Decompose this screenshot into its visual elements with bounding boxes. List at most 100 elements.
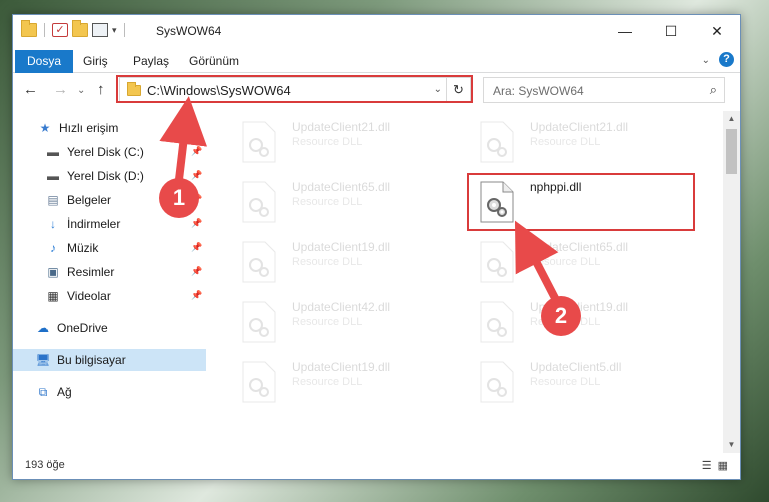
step-1-badge: 1 xyxy=(159,178,199,218)
scroll-down-arrow-icon[interactable]: ▼ xyxy=(723,437,740,453)
nav-item-this-pc[interactable]: 🖥 Bu bilgisayar xyxy=(13,349,206,371)
tab-view[interactable]: Görünüm xyxy=(179,50,249,73)
download-icon: ↓ xyxy=(50,217,56,231)
properties-check-icon[interactable]: ✓ xyxy=(52,23,68,37)
nav-item-pictures[interactable]: ▣ Resimler 📌 xyxy=(13,261,206,283)
new-folder-icon[interactable] xyxy=(72,20,88,37)
close-button[interactable]: ✕ xyxy=(694,15,740,47)
nav-label: OneDrive xyxy=(57,321,108,335)
pin-icon[interactable]: 📌 xyxy=(191,170,202,181)
file-item[interactable]: UpdateClient19.dll Resource DLL xyxy=(228,355,448,411)
tab-home[interactable]: Giriş xyxy=(73,50,118,73)
quick-access-toolbar: ✓ ▾ xyxy=(21,20,128,37)
search-icon[interactable]: ⌕ xyxy=(710,82,717,98)
nav-item-network[interactable]: ⧉ Ağ xyxy=(13,381,206,403)
folder-icon xyxy=(21,20,37,37)
ribbon: Dosya Giriş Paylaş Görünüm ⌄ ? xyxy=(13,47,740,73)
nav-item-music[interactable]: ♪ Müzik 📌 xyxy=(13,237,206,259)
recent-locations-icon[interactable]: ⌄ xyxy=(77,85,85,96)
drive-icon: ▬ xyxy=(47,169,59,183)
nav-item-videos[interactable]: ▦ Videolar 📌 xyxy=(13,285,206,307)
customize-icon[interactable] xyxy=(92,23,108,37)
file-description: Resource DLL xyxy=(530,136,601,148)
dll-file-icon xyxy=(242,301,276,343)
tab-share[interactable]: Paylaş xyxy=(123,50,179,73)
file-description: Resource DLL xyxy=(292,376,363,388)
window-controls: — ☐ ✕ xyxy=(602,15,740,47)
pin-icon[interactable]: 📌 xyxy=(191,242,202,253)
pin-icon[interactable]: 📌 xyxy=(191,266,202,277)
scroll-thumb[interactable] xyxy=(726,129,737,174)
file-name: UpdateClient5.dll xyxy=(530,360,622,374)
nav-label: Yerel Disk (C:) xyxy=(67,145,144,159)
file-name: UpdateClient65.dll xyxy=(530,240,629,254)
network-icon: ⧉ xyxy=(38,384,48,399)
nav-item-onedrive[interactable]: ☁ OneDrive xyxy=(13,317,206,339)
navigation-pane: ★ Hızlı erişim ▬ Yerel Disk (C:) 📌 ▬ Yer… xyxy=(13,111,206,453)
nav-label: Hızlı erişim xyxy=(59,121,119,135)
window-title: SysWOW64 xyxy=(156,24,222,38)
vertical-scrollbar[interactable]: ▲ ▼ xyxy=(723,111,740,453)
cloud-icon: ☁ xyxy=(37,321,49,335)
dll-file-icon xyxy=(480,121,514,163)
minimize-button[interactable]: — xyxy=(602,15,648,47)
up-arrow-icon[interactable]: ↑ xyxy=(97,81,105,98)
file-name: UpdateClient19.dll xyxy=(292,240,391,254)
file-highlight-box xyxy=(467,173,695,231)
file-item[interactable]: UpdateClient65.dll Resource DLL xyxy=(466,235,686,291)
music-icon: ♪ xyxy=(50,241,56,255)
search-placeholder: Ara: SysWOW64 xyxy=(493,84,584,98)
large-icons-view-icon[interactable]: ▦ xyxy=(718,459,728,472)
drive-icon: ▬ xyxy=(47,145,59,159)
pin-icon[interactable]: 📌 xyxy=(191,290,202,301)
scroll-up-arrow-icon[interactable]: ▲ xyxy=(723,111,740,127)
pictures-icon: ▣ xyxy=(47,265,59,279)
star-icon: ★ xyxy=(39,121,51,135)
nav-quick-access[interactable]: ★ Hızlı erişim xyxy=(13,117,206,139)
file-description: Resource DLL xyxy=(530,256,601,268)
pin-icon[interactable]: 📌 xyxy=(191,146,202,157)
documents-icon: ▤ xyxy=(47,193,59,207)
nav-label: Ağ xyxy=(57,385,72,399)
dll-file-icon xyxy=(242,181,276,223)
nav-item-local-disk-c[interactable]: ▬ Yerel Disk (C:) 📌 xyxy=(13,141,206,163)
file-item[interactable]: UpdateClient21.dll Resource DLL xyxy=(228,115,448,171)
forward-arrow-icon[interactable]: → xyxy=(53,81,68,98)
expand-ribbon-icon[interactable]: ⌄ xyxy=(702,55,710,66)
dll-file-icon xyxy=(480,241,514,283)
video-icon: ▦ xyxy=(47,289,59,303)
file-name: UpdateClient65.dll xyxy=(292,180,391,194)
pin-icon[interactable]: 📌 xyxy=(191,218,202,229)
tab-file[interactable]: Dosya xyxy=(15,50,74,73)
dll-file-icon xyxy=(242,241,276,283)
nav-label: Videolar xyxy=(67,289,111,303)
file-item[interactable]: UpdateClient5.dll Resource DLL xyxy=(466,355,686,411)
title-bar: ✓ ▾ SysWOW64 — ☐ ✕ xyxy=(13,15,740,47)
file-name: UpdateClient42.dll xyxy=(292,300,391,314)
customize-dropdown-icon[interactable]: ▾ xyxy=(112,25,117,36)
computer-icon: 🖥 xyxy=(35,353,51,367)
file-name: UpdateClient21.dll xyxy=(292,120,391,134)
details-view-icon[interactable]: ☰ xyxy=(702,459,712,472)
maximize-button[interactable]: ☐ xyxy=(648,15,694,47)
dll-file-icon xyxy=(480,301,514,343)
file-item[interactable]: UpdateClient42.dll Resource DLL xyxy=(228,295,448,351)
nav-label: Resimler xyxy=(67,265,115,279)
nav-label: Bu bilgisayar xyxy=(57,353,126,367)
search-input[interactable]: Ara: SysWOW64 ⌕ xyxy=(483,77,725,103)
file-description: Resource DLL xyxy=(292,256,363,268)
file-description: Resource DLL xyxy=(292,316,363,328)
file-item[interactable]: UpdateClient65.dll Resource DLL xyxy=(228,175,448,231)
step-2-badge: 2 xyxy=(541,296,581,336)
file-description: Resource DLL xyxy=(530,376,601,388)
file-description: Resource DLL xyxy=(292,136,363,148)
file-name: UpdateClient21.dll xyxy=(530,120,629,134)
dll-file-icon xyxy=(480,361,514,403)
file-item[interactable]: UpdateClient19.dll Resource DLL xyxy=(228,235,448,291)
help-icon[interactable]: ? xyxy=(719,52,734,67)
address-highlight-box xyxy=(116,75,473,103)
file-item[interactable]: UpdateClient21.dll Resource DLL xyxy=(466,115,686,171)
item-count: 193 öğe xyxy=(25,459,65,471)
separator xyxy=(123,23,125,37)
back-arrow-icon[interactable]: ← xyxy=(23,81,38,98)
